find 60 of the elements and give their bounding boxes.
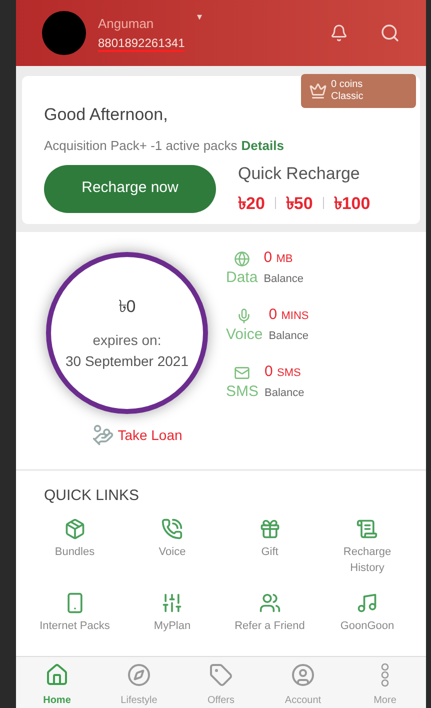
quick-link[interactable]: Gift <box>221 518 318 582</box>
tier-label: Classic <box>331 91 364 103</box>
coins-badge[interactable]: 0 coins Classic <box>301 74 416 108</box>
balance-amount: ৳0 <box>118 296 136 318</box>
scroll-icon <box>356 518 378 540</box>
coins-count: 0 coins <box>331 79 364 91</box>
quick-link[interactable]: Refer a Friend <box>221 592 318 656</box>
more-icon <box>381 663 389 687</box>
nav-tab[interactable]: More <box>344 663 426 708</box>
usage-sub-label: Balance <box>264 272 304 287</box>
expiry-date: 30 September 2021 <box>66 352 188 371</box>
usage-label: Voice <box>226 326 263 344</box>
usage-sub-label: Balance <box>268 329 309 344</box>
usage-value: 0 MB <box>264 250 294 267</box>
sliders-icon <box>161 592 184 614</box>
recharge-amount[interactable]: ৳100 <box>334 190 370 216</box>
usage-label: Data <box>226 269 258 287</box>
account-dropdown[interactable]: ▾ <box>196 10 202 25</box>
quick-link[interactable]: Bundles <box>26 518 124 582</box>
globe-icon <box>234 251 250 267</box>
expires-label: expires on: <box>92 330 162 350</box>
quick-links-title: QUICK LINKS <box>44 486 140 506</box>
nav-tab[interactable]: Home <box>16 663 98 708</box>
phone-icon <box>161 518 184 540</box>
nav-tab[interactable]: Account <box>262 663 344 708</box>
greeting-text: Good Afternoon, <box>44 104 169 126</box>
box-icon <box>64 518 86 540</box>
search-icon[interactable] <box>380 23 400 43</box>
quick-link[interactable]: Internet Packs <box>26 592 124 656</box>
people-icon <box>258 592 281 614</box>
envelope-icon <box>234 365 250 381</box>
quick-link[interactable]: Voice <box>124 518 221 582</box>
user-icon <box>291 663 315 687</box>
usage-sub-label: Balance <box>264 386 304 401</box>
music-note-icon <box>356 592 378 614</box>
nav-tab[interactable]: Lifestyle <box>98 663 180 708</box>
quick-link[interactable]: GoonGoon <box>318 592 416 656</box>
gift-icon <box>258 518 281 540</box>
compass-icon <box>127 663 151 687</box>
details-link[interactable]: Details <box>241 136 284 155</box>
usage-label: SMS <box>226 383 259 401</box>
notification-bell-icon[interactable] <box>330 24 348 42</box>
active-packs-text: Acquisition Pack+ -1 active packs <box>44 136 238 155</box>
avatar[interactable] <box>42 11 86 55</box>
quick-recharge-title: Quick Recharge <box>238 163 361 185</box>
phone-number: 8801892261341 <box>98 34 185 52</box>
home-icon <box>45 663 69 687</box>
nav-tab[interactable]: Offers <box>180 663 262 708</box>
usage-value: 0 SMS <box>264 364 302 381</box>
usage-value: 0 MINS <box>268 307 309 324</box>
recharge-amount[interactable]: ৳20 <box>238 190 265 216</box>
crown-icon <box>309 82 327 100</box>
tag-icon <box>209 663 233 687</box>
quick-link[interactable]: Recharge History <box>318 518 416 582</box>
recharge-now-button[interactable]: Recharge now <box>44 164 216 212</box>
microphone-icon <box>236 308 252 324</box>
recharge-amount[interactable]: ৳50 <box>286 190 313 216</box>
quick-link[interactable]: MyPlan <box>124 592 221 656</box>
take-loan-link[interactable]: Take Loan <box>92 424 182 446</box>
user-name: Anguman <box>98 15 155 34</box>
